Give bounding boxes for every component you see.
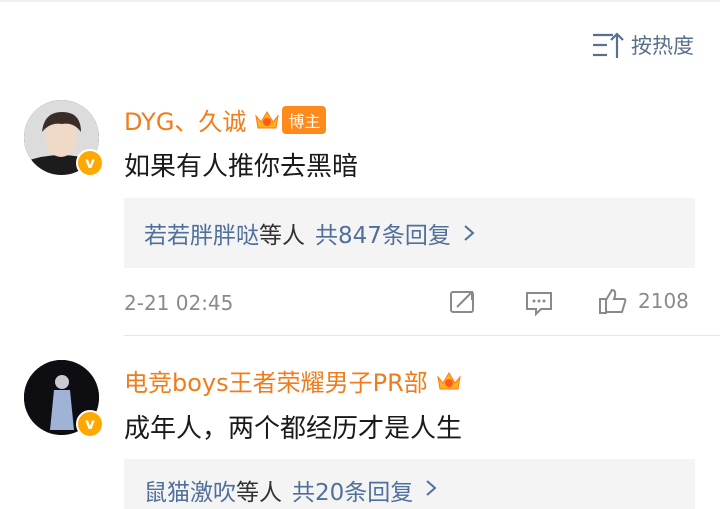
comment-icon: [526, 292, 552, 317]
like-button[interactable]: 2108: [598, 287, 689, 315]
comment-text: 成年人，两个都经历才是人生: [124, 414, 463, 444]
reply-names[interactable]: 鼠猫激吹: [144, 473, 236, 507]
verified-badge-icon: v: [76, 410, 104, 438]
reply-names[interactable]: 若若胖胖哒: [144, 216, 259, 250]
chevron-right-icon: [426, 480, 437, 496]
comment-header: DYG、久诚 博主: [124, 102, 327, 137]
sort-by-hot-button[interactable]: 按热度: [591, 30, 694, 60]
top-divider: [0, 0, 720, 2]
comment-button[interactable]: [524, 289, 554, 317]
reply-connector: 等人: [259, 223, 305, 249]
crown-icon: [436, 371, 461, 389]
repost-icon: [450, 291, 474, 313]
username[interactable]: DYG、久诚: [124, 102, 246, 137]
reply-count[interactable]: 共20条回复: [292, 473, 413, 507]
like-count: 2108: [638, 289, 689, 313]
blogger-tag: 博主: [254, 105, 327, 134]
divider: [124, 335, 720, 336]
sort-icon: [593, 32, 624, 58]
repost-button[interactable]: [448, 288, 478, 316]
comment-time: 2-21 02:45: [124, 291, 234, 315]
chevron-right-icon: [464, 225, 475, 241]
comment-header: 电竞boys王者荣耀男子PR部: [124, 363, 462, 398]
username[interactable]: 电竞boys王者荣耀男子PR部: [124, 363, 428, 398]
blogger-tag-label: 博主: [282, 105, 327, 134]
thumbs-up-icon: [599, 288, 627, 314]
reply-count[interactable]: 共847条回复: [315, 216, 451, 250]
verified-badge-icon: v: [76, 149, 104, 177]
sort-label: 按热度: [631, 34, 694, 58]
crown-icon: [255, 110, 280, 128]
replies-preview[interactable]: 鼠猫激吹 等人 共20条回复: [124, 459, 695, 509]
replies-preview[interactable]: 若若胖胖哒 等人 共847条回复: [124, 198, 695, 268]
comment-text: 如果有人推你去黑暗: [124, 152, 359, 182]
reply-connector: 等人: [236, 480, 282, 506]
